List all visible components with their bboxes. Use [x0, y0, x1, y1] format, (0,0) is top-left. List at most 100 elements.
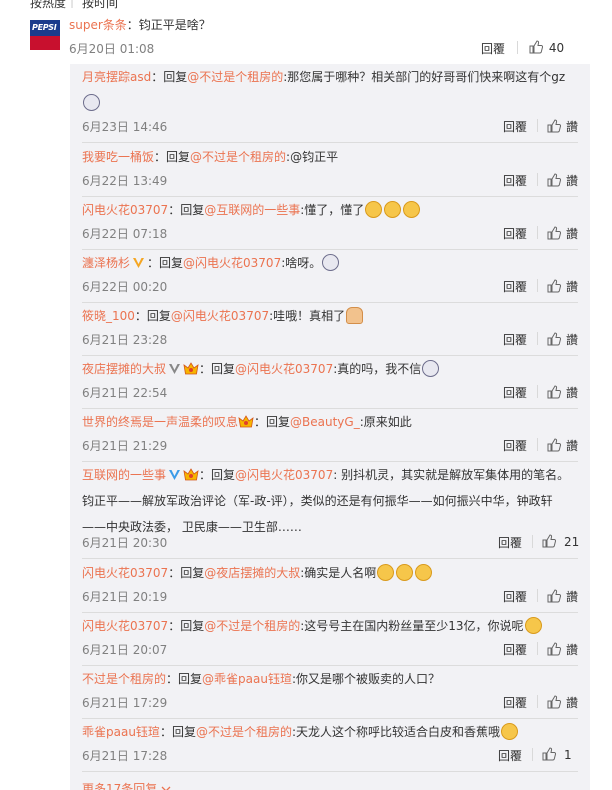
reply-item: 月亮摆踪asd：回复@不过是个租房的:那您属于哪种？相关部门的好哥哥们快来啊这有… — [82, 64, 578, 143]
like-button[interactable]: 讚 — [547, 384, 578, 401]
reply-button[interactable]: 回覆 — [503, 118, 527, 135]
reply-meta: 6月23日 14:46 回覆 讚 — [82, 118, 578, 134]
reply-username[interactable]: 闪电火花03707 — [82, 566, 168, 580]
reply-item: 不过是个租房的：回复@乖雀paau钰瑄:你又是哪个被贩卖的人口？ 6月21日 17… — [82, 666, 578, 719]
sort-by-hot[interactable]: 按热度 — [30, 0, 66, 11]
reply-meta: 6月22日 13:49 回覆 讚 — [82, 172, 578, 188]
reply-button[interactable]: 回覆 — [503, 384, 527, 401]
reply-button[interactable]: 回覆 — [503, 172, 527, 189]
reply-button[interactable]: 回覆 — [503, 278, 527, 295]
reply-target-mention[interactable]: @闪电火花03707 — [235, 362, 333, 376]
reply-username[interactable]: 闪电火花03707 — [82, 203, 168, 217]
like-button[interactable]: 讚 — [547, 278, 578, 295]
reply-button[interactable]: 回覆 — [503, 225, 527, 242]
like-button[interactable]: 讚 — [547, 172, 578, 189]
thumbs-up-icon — [547, 438, 561, 452]
reply-date: 6月21日 20:19 — [82, 590, 168, 604]
reply-username[interactable]: 月亮摆踪asd — [82, 70, 151, 84]
thumbs-up-icon — [542, 534, 556, 548]
divider — [532, 535, 533, 548]
reply-target-mention[interactable]: @不过是个租房的 — [190, 150, 286, 164]
reply-target-mention[interactable]: @不过是个租房的 — [187, 70, 283, 84]
reply-date: 6月23日 14:46 — [82, 120, 168, 134]
reply-target-mention[interactable]: @不过是个租房的 — [196, 725, 292, 739]
divider — [537, 332, 538, 345]
reply-text-block: 我要吃一桶饭：回复@不过是个租房的:@钧正平 — [82, 144, 578, 170]
sort-by-time[interactable]: 按时间 — [82, 0, 118, 11]
reply-button[interactable]: 回覆 — [503, 641, 527, 658]
like-button[interactable]: 1 — [542, 747, 572, 762]
comment-text: ：钧正平是啥？ — [126, 18, 211, 32]
reply-target-mention[interactable]: @乖雀paau钰瑄 — [202, 672, 292, 686]
verified-badge-icon — [169, 470, 181, 480]
reply-item: 世界的终焉是一声温柔的叹息 ：回复@BeautyG_:原来如此 6月21日 21:2… — [82, 409, 578, 462]
like-label: 讚 — [566, 227, 579, 241]
like-button[interactable]: 讚 — [547, 437, 578, 454]
reply-text: :@钧正平 — [286, 150, 339, 164]
reply-button[interactable]: 回覆 — [503, 331, 527, 348]
reply-text-block: 筱晓_100：回复@闪电火花03707:哇哦！真相了 — [82, 303, 578, 329]
reply-target-mention[interactable]: @夜店摆摊的大叔 — [204, 566, 300, 580]
reply-username[interactable]: 世界的终焉是一声温柔的叹息 — [82, 415, 238, 429]
avatar[interactable]: PEPSI — [30, 20, 60, 50]
reply-actions: 回覆 讚 — [503, 437, 578, 453]
reply-prefix: ：回复 — [199, 362, 236, 376]
like-button[interactable]: 40 — [529, 40, 564, 55]
reply-button[interactable]: 回覆 — [503, 437, 527, 454]
reply-item: 我要吃一桶饭：回复@不过是个租房的:@钧正平 6月22日 13:49 回覆 讚 — [82, 144, 578, 197]
divider — [537, 173, 538, 186]
reply-target-mention[interactable]: @闪电火花03707 — [171, 309, 269, 323]
reply-text-block: 互联网的一些事 ：回复@闪电火花03707: 别抖机灵，其实就是解放军集体用的笔名… — [82, 462, 578, 540]
chevron-down-icon — [161, 786, 171, 790]
reply-username[interactable]: 闪电火花03707 — [82, 619, 168, 633]
reply-username[interactable]: 夜店摆摊的大叔 — [82, 362, 166, 376]
like-button[interactable]: 讚 — [547, 331, 578, 348]
reply-username[interactable]: 筱晓_100 — [82, 309, 135, 323]
reply-text: :哇哦！真相了 — [269, 309, 346, 323]
divider — [537, 385, 538, 398]
thumbs-up-icon — [547, 173, 561, 187]
like-button[interactable]: 讚 — [547, 641, 578, 658]
reply-item: 筱晓_100：回复@闪电火花03707:哇哦！真相了 6月21日 23:28 回覆 讚 — [82, 303, 578, 356]
crying-face-emoji-icon — [422, 360, 440, 377]
reply-date: 6月21日 17:28 — [82, 749, 168, 763]
reply-button[interactable]: 回覆 — [481, 40, 505, 57]
reply-text: : 别抖机灵，其实就是解放军集体用的笔名。 — [333, 468, 570, 482]
reply-button[interactable]: 回覆 — [503, 588, 527, 605]
reply-username[interactable]: 瀍泽杨杉 — [82, 256, 130, 270]
reply-button[interactable]: 回覆 — [503, 694, 527, 711]
reply-target-mention[interactable]: @互联网的一些事 — [204, 203, 300, 217]
sort-bar: 按热度 | 按时间 — [0, 0, 612, 11]
reply-actions: 回覆 21 — [498, 534, 579, 551]
like-button[interactable]: 讚 — [547, 588, 578, 605]
reply-text: :懂了，懂了 — [300, 203, 365, 217]
comment-username[interactable]: super条条 — [69, 18, 127, 32]
reply-button[interactable]: 回覆 — [498, 534, 522, 551]
reply-meta: 6月21日 17:28 回覆 1 — [82, 747, 578, 763]
reply-username[interactable]: 我要吃一桶饭 — [82, 150, 154, 164]
reply-actions: 回覆 讚 — [503, 331, 578, 347]
reply-username[interactable]: 乖雀paau钰瑄 — [82, 725, 160, 739]
hands-emoji-icon — [346, 307, 364, 324]
like-button[interactable]: 21 — [542, 534, 579, 549]
like-count: 21 — [564, 535, 580, 549]
divider — [537, 642, 538, 655]
reply-meta: 6月21日 17:29 回覆 讚 — [82, 694, 578, 710]
smiling-face-emoji-icon — [403, 201, 421, 218]
like-button[interactable]: 讚 — [547, 225, 578, 242]
comment-actions: 回覆 40 — [481, 40, 591, 56]
like-button[interactable]: 讚 — [547, 694, 578, 711]
like-button[interactable]: 讚 — [547, 118, 578, 135]
reply-target-mention[interactable]: @闪电火花03707 — [183, 256, 281, 270]
divider — [532, 748, 533, 761]
reply-target-mention[interactable]: @BeautyG_ — [290, 415, 360, 429]
reply-target-mention[interactable]: @不过是个租房的 — [204, 619, 300, 633]
thumbs-up-icon — [547, 385, 561, 399]
member-crown-icon — [183, 468, 199, 481]
more-replies-link[interactable]: 更多17条回复 — [82, 780, 171, 790]
reply-username[interactable]: 不过是个租房的 — [82, 672, 166, 686]
reply-target-mention[interactable]: @闪电火花03707 — [235, 468, 333, 482]
like-label: 讚 — [566, 120, 579, 134]
reply-username[interactable]: 互联网的一些事 — [82, 468, 166, 482]
reply-button[interactable]: 回覆 — [498, 747, 522, 764]
